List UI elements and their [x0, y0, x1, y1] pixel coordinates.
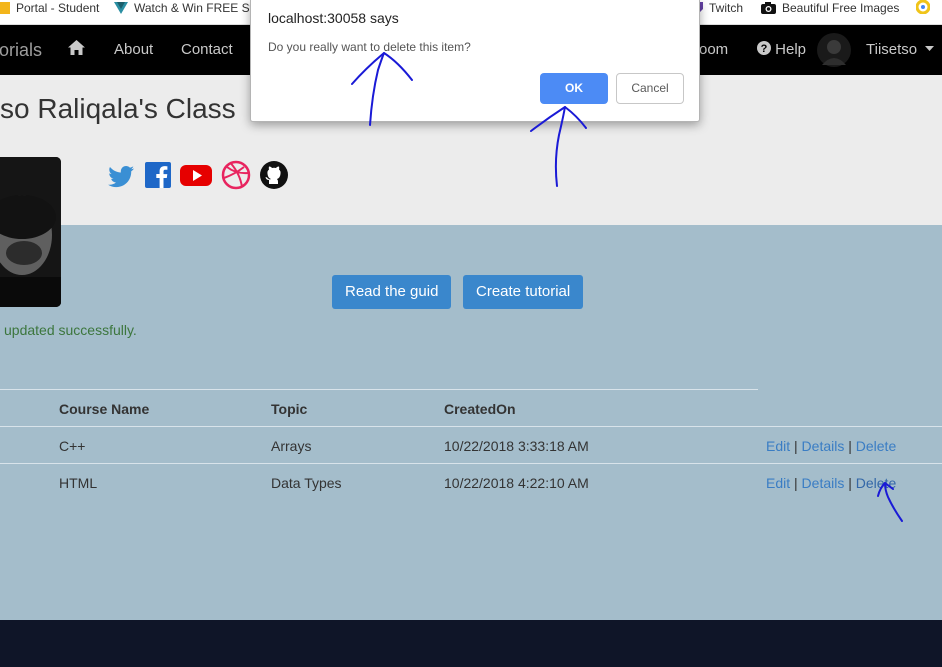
- cell-topic: Data Types: [271, 475, 342, 491]
- dialog-title: localhost:30058 says: [268, 10, 399, 26]
- row-actions: Edit | Details | Delete: [766, 475, 896, 491]
- edit-link[interactable]: Edit: [766, 475, 790, 491]
- success-message: updated successfully.: [4, 322, 137, 338]
- user-avatar[interactable]: [817, 33, 851, 67]
- caret-down-icon: [921, 41, 935, 58]
- separator: |: [794, 438, 798, 454]
- read-guide-button[interactable]: Read the guid: [332, 275, 452, 309]
- separator: |: [848, 475, 852, 491]
- facebook-icon[interactable]: [143, 160, 173, 190]
- profile-photo: [0, 157, 61, 307]
- table-row-divider: [0, 463, 942, 464]
- column-header-created-on: CreatedOn: [444, 401, 516, 417]
- confirm-dialog: localhost:30058 says Do you really want …: [250, 0, 700, 122]
- twitter-icon[interactable]: [106, 160, 136, 190]
- chrome-extension-icon[interactable]: [915, 0, 931, 25]
- create-tutorial-button[interactable]: Create tutorial: [463, 275, 584, 309]
- column-header-course-name: Course Name: [59, 401, 150, 417]
- navbar-brand[interactable]: orials: [0, 25, 42, 75]
- delete-link[interactable]: Delete: [856, 438, 896, 454]
- bookmark-beautiful-free-images[interactable]: Beautiful Free Images: [761, 0, 899, 25]
- nav-contact-link[interactable]: Contact: [181, 25, 233, 75]
- camera-icon: [761, 2, 776, 18]
- nav-about-link[interactable]: About: [114, 25, 153, 75]
- nav-help-link[interactable]: ? Help: [757, 25, 806, 75]
- column-header-topic: Topic: [271, 401, 308, 417]
- dribbble-icon[interactable]: [221, 160, 251, 190]
- page-footer: [0, 620, 942, 667]
- details-link[interactable]: Details: [802, 438, 845, 454]
- edit-link[interactable]: Edit: [766, 438, 790, 454]
- cancel-button[interactable]: Cancel: [616, 73, 684, 104]
- details-link[interactable]: Details: [802, 475, 845, 491]
- bookmark-folder-icon: [0, 2, 10, 18]
- bookmark-twitch[interactable]: Twitch: [693, 0, 743, 25]
- cell-created-on: 10/22/2018 4:22:10 AM: [444, 475, 589, 491]
- table-row-divider: [0, 426, 942, 427]
- question-circle-icon: ?: [757, 41, 775, 58]
- cell-course-name: C++: [59, 438, 86, 454]
- nav-help-label: Help: [775, 41, 807, 58]
- vuetify-icon: [114, 2, 128, 18]
- home-icon[interactable]: [68, 24, 85, 74]
- user-menu-toggle[interactable]: Tiisetso: [866, 25, 935, 75]
- cell-course-name: HTML: [59, 475, 98, 491]
- dialog-message: Do you really want to delete this item?: [268, 40, 471, 54]
- social-links: [0, 160, 942, 190]
- ok-button[interactable]: OK: [540, 73, 608, 104]
- bookmark-portal-student[interactable]: Portal - Student: [0, 0, 99, 25]
- table-top-border: [0, 389, 758, 390]
- row-actions: Edit | Details | Delete: [766, 438, 896, 454]
- nav-classroom-link[interactable]: oom: [699, 25, 728, 75]
- delete-link[interactable]: Delete: [856, 475, 896, 491]
- cell-created-on: 10/22/2018 3:33:18 AM: [444, 438, 589, 454]
- cell-topic: Arrays: [271, 438, 312, 454]
- separator: |: [794, 475, 798, 491]
- content-panel: Read the guid Create tutorial updated su…: [0, 225, 942, 620]
- user-name: Tiisetso: [866, 41, 918, 58]
- page-title: so Raliqala's Class: [0, 93, 236, 124]
- separator: |: [848, 438, 852, 454]
- youtube-icon[interactable]: [180, 160, 212, 190]
- bookmark-watch-win[interactable]: Watch & Win FREE St: [114, 0, 253, 25]
- github-icon[interactable]: [259, 160, 289, 190]
- svg-text:?: ?: [761, 43, 768, 55]
